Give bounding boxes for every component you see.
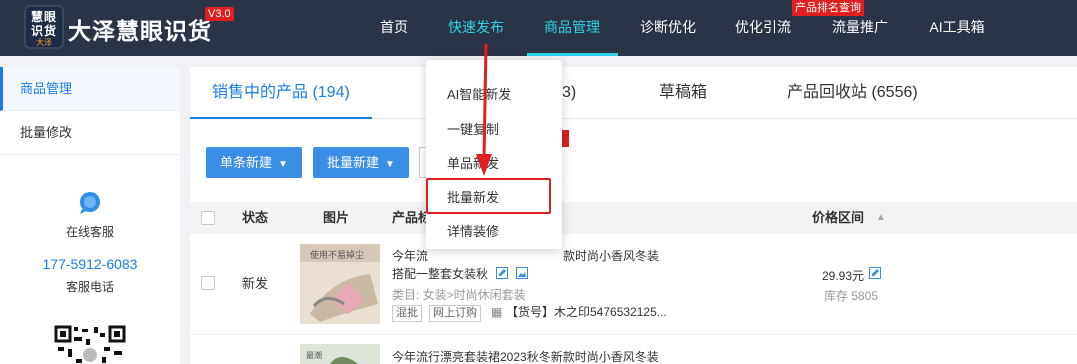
annotation-arrow-icon (476, 43, 492, 176)
